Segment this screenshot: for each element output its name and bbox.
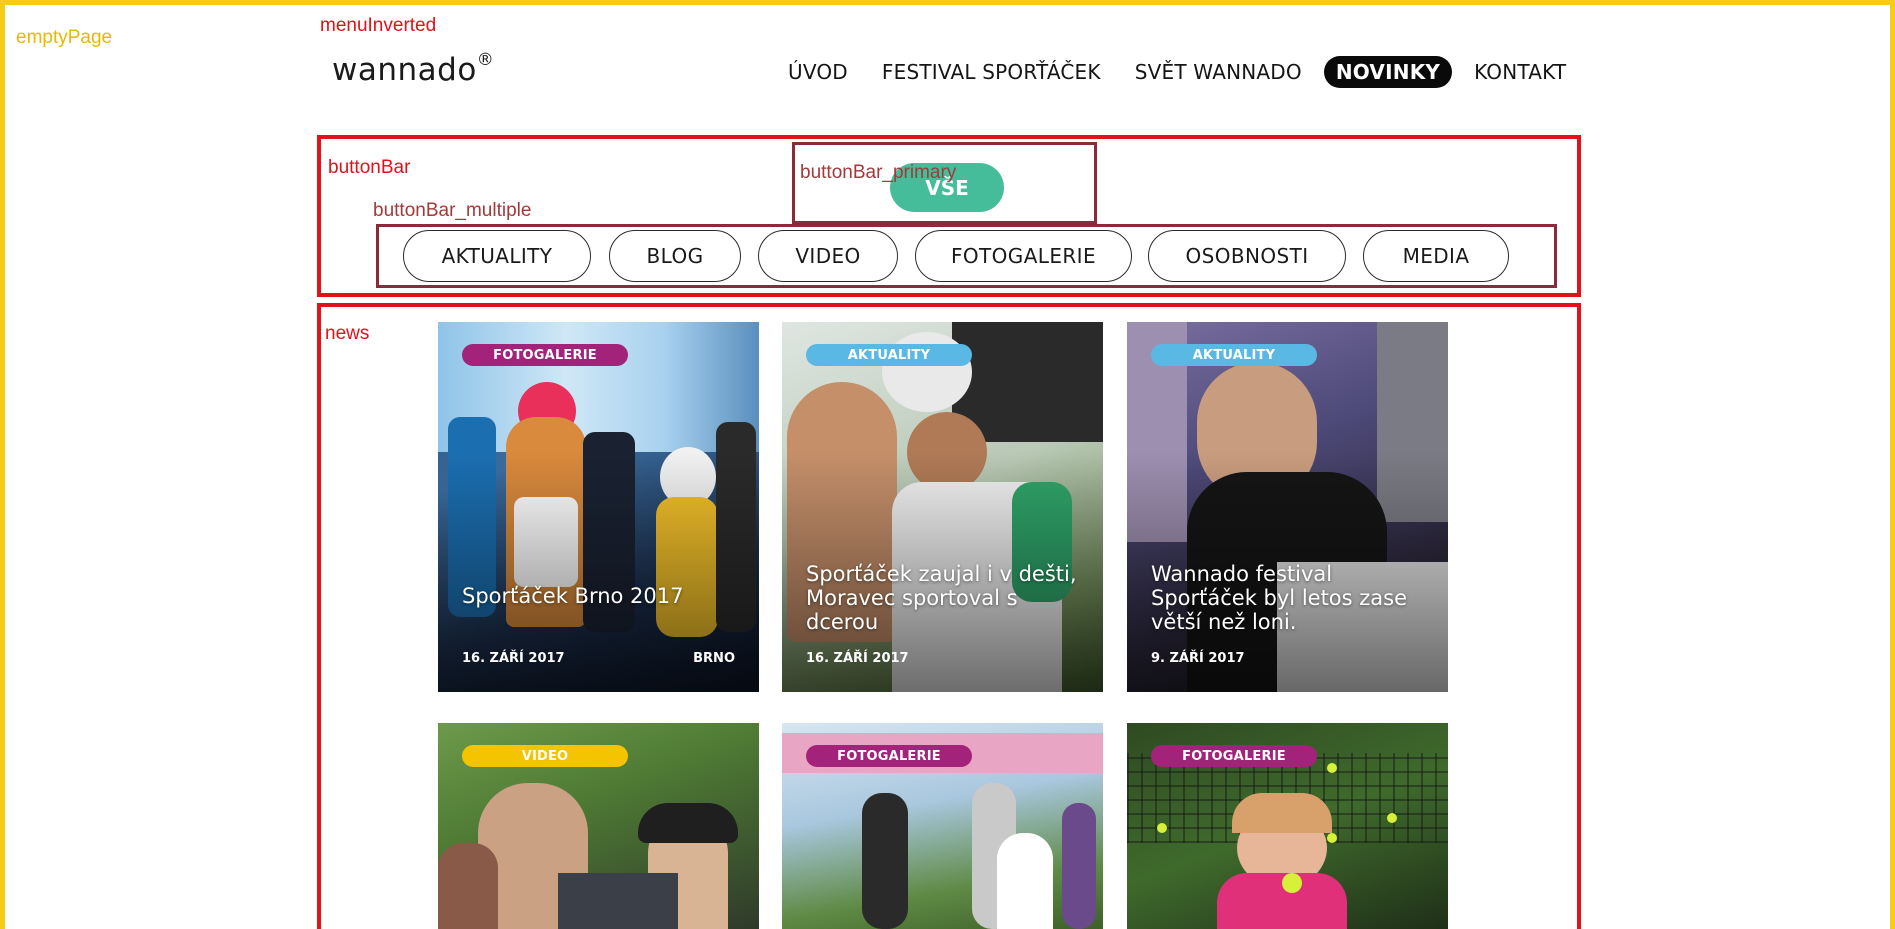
card-date: 16. ZÁŘÍ 2017 [462, 651, 565, 666]
card-title[interactable]: Sporťáček zaujal i v dešti, Moravec spor… [806, 562, 1095, 634]
nav-item-novinky[interactable]: NOVINKY [1323, 56, 1453, 88]
news-card[interactable]: AKTUALITY Sporťáček zaujal i v dešti, Mo… [782, 322, 1103, 692]
card-title[interactable]: Sporťáček Brno 2017 [462, 584, 751, 608]
category-badge[interactable]: FOTOGALERIE [1151, 745, 1317, 767]
news-card[interactable]: FOTOGALERIE [1127, 723, 1448, 929]
card-shade [1127, 322, 1448, 692]
nav-item-kontakt[interactable]: KONTAKT [1462, 56, 1578, 88]
nav-item-svet-wannado[interactable]: SVĚT WANNADO [1123, 56, 1314, 88]
main-nav: ÚVOD FESTIVAL SPORŤÁČEK SVĚT WANNADO NOV… [776, 56, 1588, 88]
category-badge[interactable]: AKTUALITY [806, 344, 972, 366]
annotation-button-bar-primary: buttonBar_primary [800, 162, 957, 183]
logo-text: wannado [332, 52, 477, 88]
news-card[interactable]: AKTUALITY Wannado festival Sporťáček byl… [1127, 322, 1448, 692]
card-title[interactable]: Wannado festival Sporťáček byl letos zas… [1151, 562, 1440, 634]
registered-mark: ® [476, 49, 495, 70]
news-card[interactable]: FOTOGALERIE Sporťáček Brno 2017 16. ZÁŘÍ… [438, 322, 759, 692]
category-badge[interactable]: AKTUALITY [1151, 344, 1317, 366]
news-card[interactable]: VIDEO [438, 723, 759, 929]
card-date: 9. ZÁŘÍ 2017 [1151, 651, 1245, 666]
annotation-menu-inverted: menuInverted [320, 15, 437, 36]
category-badge[interactable]: FOTOGALERIE [462, 344, 628, 366]
button-bar-multiple-box [376, 224, 1557, 288]
nav-item-festival-sportacek[interactable]: FESTIVAL SPORŤÁČEK [870, 56, 1113, 88]
annotation-button-bar: buttonBar [328, 157, 411, 178]
annotation-button-bar-multiple: buttonBar_multiple [373, 200, 532, 221]
annotation-news: news [325, 323, 370, 344]
card-date: 16. ZÁŘÍ 2017 [806, 651, 909, 666]
card-place: BRNO [693, 651, 735, 666]
card-shade [438, 322, 759, 692]
card-shade [782, 322, 1103, 692]
category-badge[interactable]: VIDEO [462, 745, 628, 767]
nav-item-uvod[interactable]: ÚVOD [776, 56, 860, 88]
wannado-logo[interactable]: wannado® [332, 49, 495, 88]
button-bar-primary-box [792, 142, 1097, 224]
annotation-empty-page: emptyPage [16, 27, 113, 48]
news-card[interactable]: FOTOGALERIE [782, 723, 1103, 929]
category-badge[interactable]: FOTOGALERIE [806, 745, 972, 767]
